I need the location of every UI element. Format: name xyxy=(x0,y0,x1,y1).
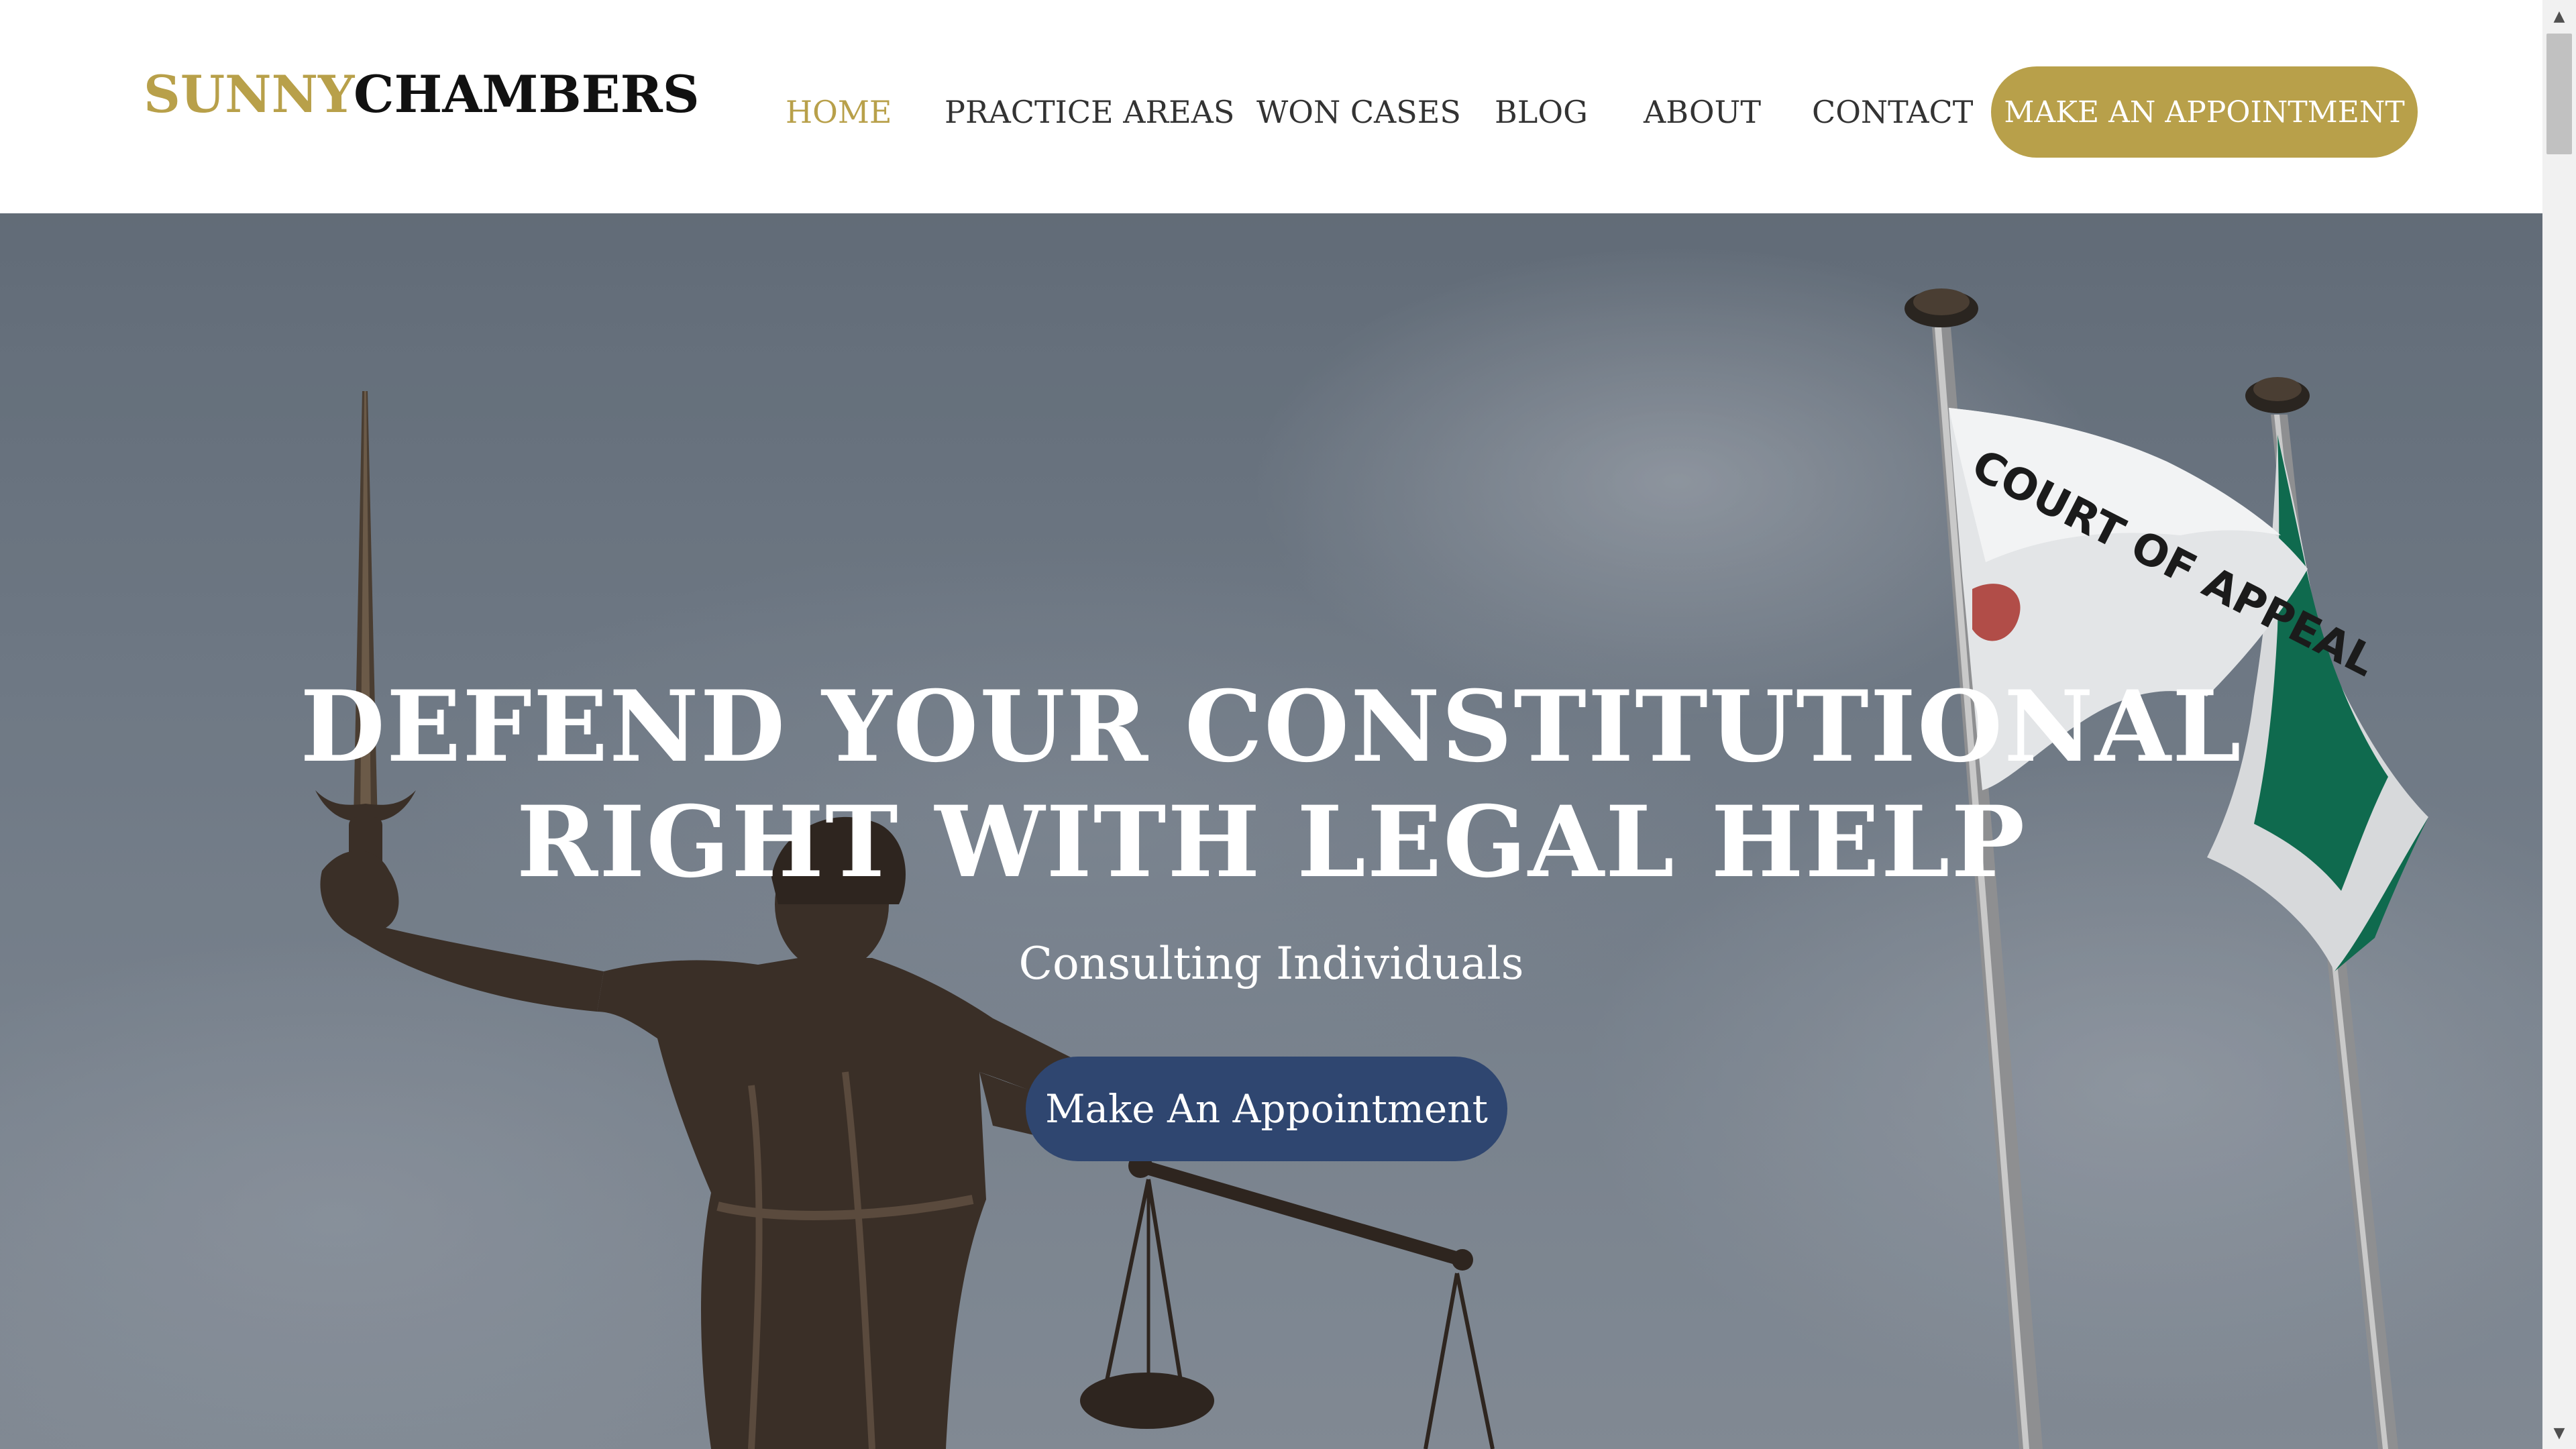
hero-title-line-2: RIGHT WITH LEGAL HELP xyxy=(516,785,2027,900)
make-appointment-header-button[interactable]: MAKE AN APPOINTMENT xyxy=(1991,66,2418,158)
nav-item-about[interactable]: ABOUT xyxy=(1644,94,1761,130)
scrollbar-thumb[interactable] xyxy=(2546,34,2572,154)
site-header: SUNNYCHAMBERS HOME PRACTICE AREAS WON CA… xyxy=(0,0,2542,213)
scroll-down-arrow-icon[interactable]: ▼ xyxy=(2542,1419,2576,1446)
nav-item-home[interactable]: HOME xyxy=(786,94,892,130)
site-logo[interactable]: SUNNYCHAMBERS xyxy=(144,64,700,124)
hero-section: COURT OF APPEAL DEFEND YOUR CONSTITUTION… xyxy=(0,213,2542,1449)
nav-item-won-cases[interactable]: WON CASES xyxy=(1256,94,1461,130)
page-scrollbar[interactable]: ▲ ▼ xyxy=(2542,0,2576,1449)
hero-title-line-1: DEFEND YOUR CONSTITUTIONAL xyxy=(300,669,2243,784)
nav-item-contact[interactable]: CONTACT xyxy=(1812,94,1973,130)
logo-part-chambers: CHAMBERS xyxy=(354,64,700,124)
make-appointment-hero-button[interactable]: Make An Appointment xyxy=(1026,1057,1507,1161)
hero-subtitle: Consulting Individuals xyxy=(1018,938,1524,989)
hero-title: DEFEND YOUR CONSTITUTIONAL RIGHT WITH LE… xyxy=(0,669,2542,900)
scroll-up-arrow-icon[interactable]: ▲ xyxy=(2542,3,2576,30)
nav-item-blog[interactable]: BLOG xyxy=(1495,94,1588,130)
nav-item-practice-areas[interactable]: PRACTICE AREAS xyxy=(945,94,1234,130)
logo-part-sunny: SUNNY xyxy=(144,64,354,124)
